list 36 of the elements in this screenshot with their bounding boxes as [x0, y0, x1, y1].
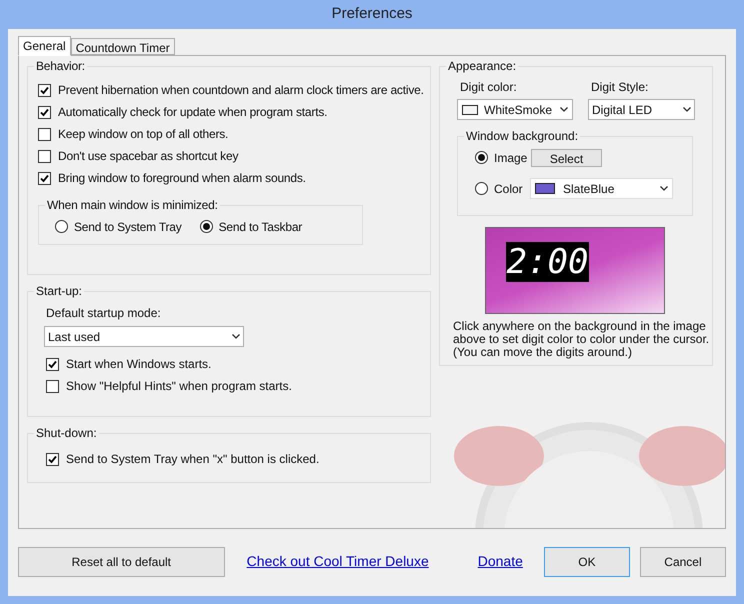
radio-label: Image: [494, 150, 528, 166]
group-title: When main window is minimized:: [45, 198, 220, 212]
cool-timer-link[interactable]: Check out Cool Timer Deluxe: [246, 551, 429, 572]
group-title: Window background:: [464, 129, 580, 143]
field-label: Digit Style:: [590, 79, 650, 96]
tab[interactable]: Countdown Timer: [70, 38, 175, 55]
tab[interactable]: General: [18, 36, 71, 56]
background-color-dropdown[interactable]: SlateBlue: [530, 178, 673, 199]
checkbox-label: Don't use spacebar as shortcut key: [58, 148, 238, 165]
donate-link[interactable]: Donate: [478, 551, 523, 572]
startup-mode-dropdown[interactable]: Last used: [44, 326, 244, 347]
radio-label: Color: [494, 180, 523, 198]
checkbox-label: Bring window to foreground when alarm sounds.: [58, 170, 306, 187]
checkbox-label: Show "Helpful Hints" when program starts.: [66, 378, 292, 395]
select-button[interactable]: Select: [531, 148, 602, 166]
field-label: Default startup mode:: [45, 305, 162, 322]
clock-digits: 2:00: [506, 242, 589, 282]
checkbox-label: Keep window on top of all others.: [58, 126, 228, 143]
cancel-button[interactable]: Cancel: [640, 546, 726, 576]
group-title: Behavior:: [34, 59, 87, 73]
preview-hint: Click anywhere on the background in the image above to set digit color to color under the cursor. (You can move the digits around.): [453, 320, 710, 359]
field-label: Digit color:: [459, 79, 518, 96]
reset-button[interactable]: Reset all to default: [18, 546, 225, 576]
checkbox-label: Send to System Tray when "x" button is clicked.: [66, 451, 320, 468]
window-title: Preferences: [330, 4, 414, 24]
radio-label: Send to System Tray: [74, 218, 182, 236]
digit-color-dropdown[interactable]: WhiteSmoke: [457, 99, 573, 120]
ok-button[interactable]: OK: [544, 546, 630, 576]
radio-label: Send to Taskbar: [218, 218, 302, 236]
checkbox-label: Prevent hibernation when countdown and alarm clock timers are active.: [58, 82, 424, 99]
group-title: Start-up:: [34, 284, 84, 298]
group-title: Appearance:: [446, 59, 518, 73]
checkbox-label: Start when Windows starts.: [66, 356, 212, 373]
checkbox-label: Automatically check for update when program starts.: [58, 104, 328, 121]
group-title: Shut-down:: [34, 426, 99, 440]
digit-style-dropdown[interactable]: Digital LED: [588, 99, 695, 120]
